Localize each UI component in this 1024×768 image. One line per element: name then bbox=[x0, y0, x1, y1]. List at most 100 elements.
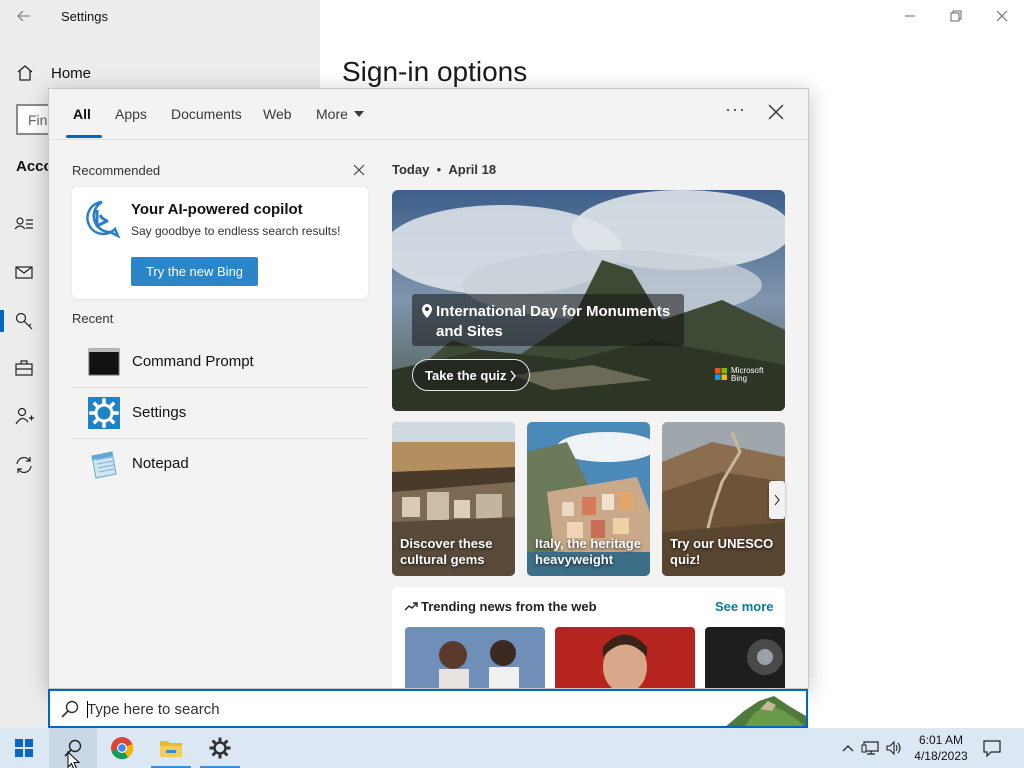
take-quiz-button[interactable]: Take the quiz bbox=[412, 359, 530, 391]
tab-more[interactable]: More bbox=[316, 106, 364, 122]
tile-unesco-quiz[interactable]: Try our UNESCO quiz! bbox=[662, 422, 785, 576]
card-subtitle: Say goodbye to endless search results! bbox=[131, 224, 341, 238]
start-button[interactable] bbox=[0, 728, 48, 768]
search-tabs: All Apps Documents Web More ··· bbox=[49, 89, 808, 139]
window-controls bbox=[900, 6, 1012, 26]
settings-gear-icon bbox=[88, 397, 120, 429]
news-item[interactable] bbox=[555, 627, 695, 688]
folder-icon bbox=[160, 741, 182, 757]
search-icon bbox=[61, 700, 79, 718]
clock-time: 6:01 AM bbox=[918, 733, 964, 747]
user-info-icon[interactable] bbox=[14, 214, 34, 234]
card-title: Your AI-powered copilot bbox=[131, 201, 303, 218]
tile-caption: Italy, the heritage heavyweight bbox=[535, 536, 641, 567]
recent-item-label: Command Prompt bbox=[132, 353, 254, 370]
volume-icon[interactable] bbox=[884, 738, 904, 758]
notifications-icon[interactable] bbox=[982, 738, 1002, 758]
microsoft-logo-icon bbox=[715, 368, 727, 380]
clock-date: 4/18/2023 bbox=[914, 749, 968, 763]
recent-item-settings[interactable]: Settings bbox=[72, 388, 368, 438]
sidebar-item-home[interactable]: Home bbox=[16, 64, 91, 82]
dismiss-recommended-icon[interactable] bbox=[352, 163, 366, 177]
tab-documents[interactable]: Documents bbox=[171, 106, 242, 122]
tile-cultural-gems[interactable]: Discover these cultural gems bbox=[392, 422, 515, 576]
system-clock[interactable]: 6:01 AM 4/18/2023 bbox=[906, 732, 976, 764]
key-icon[interactable] bbox=[14, 311, 34, 331]
network-icon[interactable] bbox=[861, 738, 881, 758]
tile-caption: Discover these cultural gems bbox=[400, 536, 493, 567]
back-arrow-icon[interactable] bbox=[14, 6, 34, 26]
close-window-icon[interactable] bbox=[992, 6, 1012, 26]
today-header: Today • April 18 bbox=[392, 162, 496, 177]
take-quiz-label: Take the quiz bbox=[425, 367, 507, 383]
recent-item-command-prompt[interactable]: Command Prompt bbox=[72, 337, 368, 387]
today-label: Today bbox=[392, 162, 430, 177]
hero-caption: International Day for Monuments and Site… bbox=[412, 294, 684, 346]
search-input[interactable] bbox=[87, 696, 687, 722]
chevron-right-icon bbox=[510, 370, 516, 382]
briefcase-icon[interactable] bbox=[14, 358, 34, 378]
news-image bbox=[705, 627, 785, 688]
tab-more-label: More bbox=[316, 106, 348, 122]
taskbar-settings[interactable] bbox=[196, 728, 244, 768]
mouse-cursor-icon bbox=[67, 751, 81, 768]
recent-item-label: Settings bbox=[132, 404, 187, 421]
chevron-up-icon[interactable] bbox=[838, 738, 858, 758]
mail-icon[interactable] bbox=[14, 262, 34, 282]
recommended-label: Recommended bbox=[72, 163, 161, 178]
search-panel: All Apps Documents Web More ··· Recommen… bbox=[48, 88, 809, 689]
active-indicator bbox=[0, 310, 4, 332]
search-highlight-illustration bbox=[726, 696, 806, 726]
hero-card[interactable]: International Day for Monuments and Site… bbox=[392, 190, 785, 411]
trending-arrow-icon bbox=[404, 602, 418, 611]
tile-italy[interactable]: Italy, the heritage heavyweight bbox=[527, 422, 650, 576]
notepad-icon bbox=[91, 451, 117, 479]
bing-chat-icon bbox=[86, 200, 121, 239]
recent-label: Recent bbox=[72, 311, 114, 326]
trending-label: Trending news from the web bbox=[421, 599, 597, 614]
tab-apps[interactable]: Apps bbox=[115, 106, 147, 122]
taskbar-search-box[interactable] bbox=[48, 689, 808, 728]
settings-title: Settings bbox=[61, 9, 108, 24]
tile-caption: Try our UNESCO quiz! bbox=[670, 536, 774, 567]
tabs-divider bbox=[49, 139, 808, 140]
close-icon[interactable] bbox=[767, 103, 785, 121]
location-pin-icon bbox=[422, 304, 432, 318]
bullet: • bbox=[432, 162, 445, 177]
restore-icon[interactable] bbox=[946, 6, 966, 26]
sidebar-item-home-label: Home bbox=[51, 64, 92, 82]
tab-all[interactable]: All bbox=[73, 106, 91, 122]
news-image bbox=[405, 627, 545, 688]
home-icon bbox=[17, 65, 33, 81]
bing-promo-card: Your AI-powered copilot Say goodbye to e… bbox=[72, 187, 368, 299]
tab-active-underline bbox=[66, 135, 102, 138]
brand-line-2: Bing bbox=[731, 374, 748, 383]
today-date: April 18 bbox=[448, 162, 497, 177]
hero-title: International Day for Monuments and Site… bbox=[436, 303, 671, 340]
add-user-icon[interactable] bbox=[14, 406, 34, 426]
more-options-icon[interactable]: ··· bbox=[725, 99, 746, 120]
recent-item-notepad[interactable]: Notepad bbox=[72, 439, 368, 489]
gear-icon bbox=[209, 737, 231, 759]
tab-web[interactable]: Web bbox=[263, 106, 292, 122]
microsoft-bing-brand: Microsoft Bing bbox=[731, 367, 763, 383]
news-item[interactable] bbox=[405, 627, 545, 688]
command-prompt-icon bbox=[88, 348, 120, 376]
news-image bbox=[555, 627, 695, 688]
chevron-right-icon bbox=[774, 494, 780, 506]
taskbar-file-explorer[interactable] bbox=[147, 728, 195, 768]
news-item[interactable] bbox=[705, 627, 785, 688]
trending-news-section: Trending news from the web See more bbox=[392, 587, 785, 688]
see-more-link[interactable]: See more bbox=[715, 599, 774, 614]
try-bing-button[interactable]: Try the new Bing bbox=[131, 257, 258, 286]
chevron-down-icon bbox=[353, 111, 364, 117]
windows-logo-icon bbox=[15, 739, 33, 757]
chrome-icon bbox=[111, 737, 134, 760]
recent-item-label: Notepad bbox=[132, 455, 189, 472]
page-title: Sign-in options bbox=[342, 56, 528, 87]
sync-icon[interactable] bbox=[14, 455, 34, 475]
carousel-next-button[interactable] bbox=[769, 481, 785, 519]
taskbar-chrome[interactable] bbox=[98, 728, 146, 768]
taskbar: 6:01 AM 4/18/2023 bbox=[0, 728, 1024, 768]
minimize-icon[interactable] bbox=[900, 6, 920, 26]
